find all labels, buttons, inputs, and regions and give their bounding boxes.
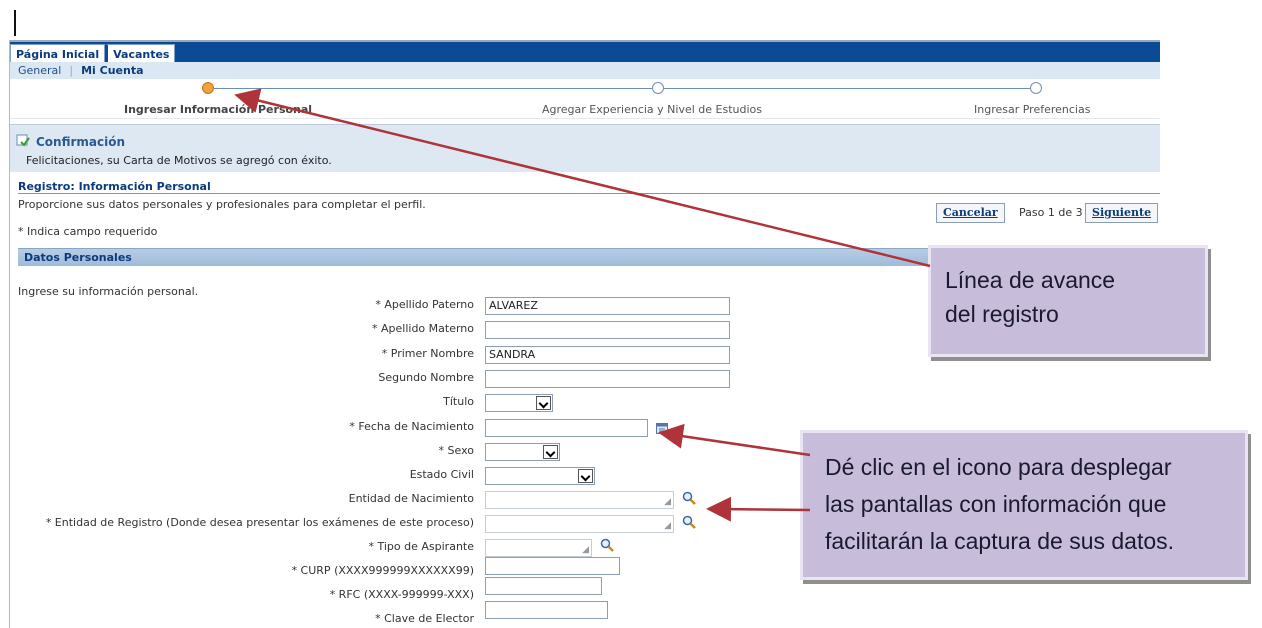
rfc-input[interactable]	[485, 577, 602, 595]
apellido-materno-input[interactable]	[485, 321, 730, 339]
row-sexo: * Sexo	[10, 442, 474, 462]
segundo-nombre-input[interactable]	[485, 370, 730, 388]
segundo-nombre-label: Segundo Nombre	[378, 371, 474, 384]
icons-callout-line-1: Dé clic en el icono para desplegar	[825, 454, 1172, 480]
subnav-general-link[interactable]: General	[18, 64, 61, 77]
icons-callout: Dé clic en el icono para desplegar las p…	[800, 430, 1248, 580]
cancel-button-label: Cancelar	[943, 206, 998, 219]
primer-nombre-label: * Primer Nombre	[381, 347, 474, 360]
clave-elector-input[interactable]	[485, 601, 608, 619]
titulo-select[interactable]	[485, 394, 553, 412]
entidad-nacimiento-label: Entidad de Nacimiento	[348, 492, 474, 505]
chevron-down-icon[interactable]	[578, 469, 593, 483]
search-icon[interactable]	[682, 515, 696, 529]
train-connector-2	[664, 88, 1030, 89]
resize-grip-icon: ◢	[664, 497, 671, 507]
text-cursor	[14, 10, 16, 36]
resize-grip-icon: ◢	[582, 545, 589, 555]
global-tabs: Página Inicial Vacantes	[10, 44, 176, 64]
tipo-aspirante-label: * Tipo de Aspirante	[368, 540, 475, 553]
apellido-paterno-label: * Apellido Paterno	[375, 298, 474, 311]
next-button-label: Siguiente	[1092, 206, 1152, 219]
page-title-divider	[18, 193, 1160, 194]
subnav-separator: |	[69, 64, 74, 77]
row-curp: * CURP (XXXX999999XXXXXX99)	[10, 562, 474, 582]
rfc-label: * RFC (XXXX-999999-XXX)	[329, 588, 474, 601]
entidad-registro-label: * Entidad de Registro (Donde desea prese…	[45, 516, 474, 529]
icons-callout-line-2: las pantallas con información que	[825, 491, 1167, 517]
confirmation-title: Confirmación	[36, 135, 126, 149]
progress-callout-line-2: del registro	[945, 301, 1059, 327]
apellido-materno-label: * Apellido Materno	[372, 322, 474, 335]
estado-civil-label: Estado Civil	[409, 468, 474, 481]
step-indicator: Paso 1 de 3	[1019, 206, 1083, 219]
row-segundo-nombre: Segundo Nombre	[10, 369, 474, 389]
train-step-3-label[interactable]: Ingresar Preferencias	[974, 103, 1090, 116]
section-title: Datos Personales	[24, 251, 132, 264]
search-icon[interactable]	[682, 491, 696, 505]
row-entidad-nacimiento: Entidad de Nacimiento	[10, 490, 474, 510]
curp-label: * CURP (XXXX999999XXXXXX99)	[291, 564, 474, 577]
search-icon[interactable]	[600, 538, 614, 552]
global-header: Página Inicial Vacantes	[10, 40, 1160, 64]
tab-vacantes[interactable]: Vacantes	[105, 44, 176, 64]
sub-navigation: General | Mi Cuenta	[10, 62, 1160, 79]
row-apellido-paterno: * Apellido Paterno	[10, 296, 474, 316]
estado-civil-select[interactable]	[485, 467, 595, 485]
confirmation-check-icon	[16, 134, 30, 147]
fecha-nacimiento-label: * Fecha de Nacimiento	[349, 420, 474, 433]
subnav-mi-cuenta-link[interactable]: Mi Cuenta	[81, 64, 143, 77]
clave-elector-label: * Clave de Elector	[375, 612, 474, 625]
icons-callout-line-3: facilitarán la captura de sus datos.	[825, 528, 1175, 554]
row-entidad-registro: * Entidad de Registro (Donde desea prese…	[10, 514, 474, 534]
fecha-nacimiento-input[interactable]	[485, 419, 648, 437]
page-description: Proporcione sus datos personales y profe…	[18, 198, 426, 211]
resize-grip-icon: ◢	[664, 521, 671, 531]
train-connector-1	[214, 88, 652, 89]
train-step-2-indicator[interactable]	[652, 82, 664, 94]
primer-nombre-input[interactable]: SANDRA	[485, 346, 730, 364]
chevron-down-icon[interactable]	[543, 445, 558, 459]
calendar-icon[interactable]	[656, 422, 668, 434]
train-step-2-label[interactable]: Agregar Experiencia y Nivel de Estudios	[542, 103, 762, 116]
confirmation-box: Confirmación Felicitaciones, su Carta de…	[10, 124, 1160, 172]
sexo-label: * Sexo	[438, 444, 474, 457]
row-clave-elector: * Clave de Elector	[10, 610, 474, 628]
chevron-down-icon[interactable]	[536, 396, 551, 410]
tab-pagina-inicial[interactable]: Página Inicial	[10, 44, 106, 64]
progress-callout-line-1: Línea de avance	[945, 267, 1116, 293]
train-step-1-label[interactable]: Ingresar Información Personal	[124, 103, 312, 116]
titulo-label: Título	[443, 395, 474, 408]
row-estado-civil: Estado Civil	[10, 466, 474, 486]
row-primer-nombre: * Primer Nombre	[10, 345, 474, 365]
train-step-3-indicator[interactable]	[1030, 82, 1042, 94]
entidad-nacimiento-input[interactable]: ◢	[485, 491, 674, 509]
train-step-1-indicator[interactable]	[202, 82, 214, 94]
confirmation-message: Felicitaciones, su Carta de Motivos se a…	[26, 154, 332, 167]
progress-train: Ingresar Información Personal Agregar Ex…	[10, 79, 1160, 119]
cancel-button[interactable]: Cancelar	[936, 203, 1005, 223]
row-titulo: Título	[10, 393, 474, 413]
page-title: Registro: Información Personal	[18, 180, 211, 193]
row-apellido-materno: * Apellido Materno	[10, 320, 474, 340]
apellido-paterno-input[interactable]: ALVAREZ	[485, 297, 730, 315]
row-rfc: * RFC (XXXX-999999-XXX)	[10, 586, 474, 606]
tipo-aspirante-input[interactable]: ◢	[485, 539, 592, 557]
entidad-registro-input[interactable]: ◢	[485, 515, 674, 533]
curp-input[interactable]	[485, 557, 620, 575]
progress-callout: Línea de avance del registro	[928, 245, 1208, 357]
row-tipo-aspirante: * Tipo de Aspirante	[10, 538, 475, 558]
sexo-select[interactable]	[485, 443, 560, 461]
row-fecha-nacimiento: * Fecha de Nacimiento	[10, 418, 474, 438]
next-button[interactable]: Siguiente	[1085, 203, 1159, 223]
required-field-note: * Indica campo requerido	[18, 225, 158, 238]
